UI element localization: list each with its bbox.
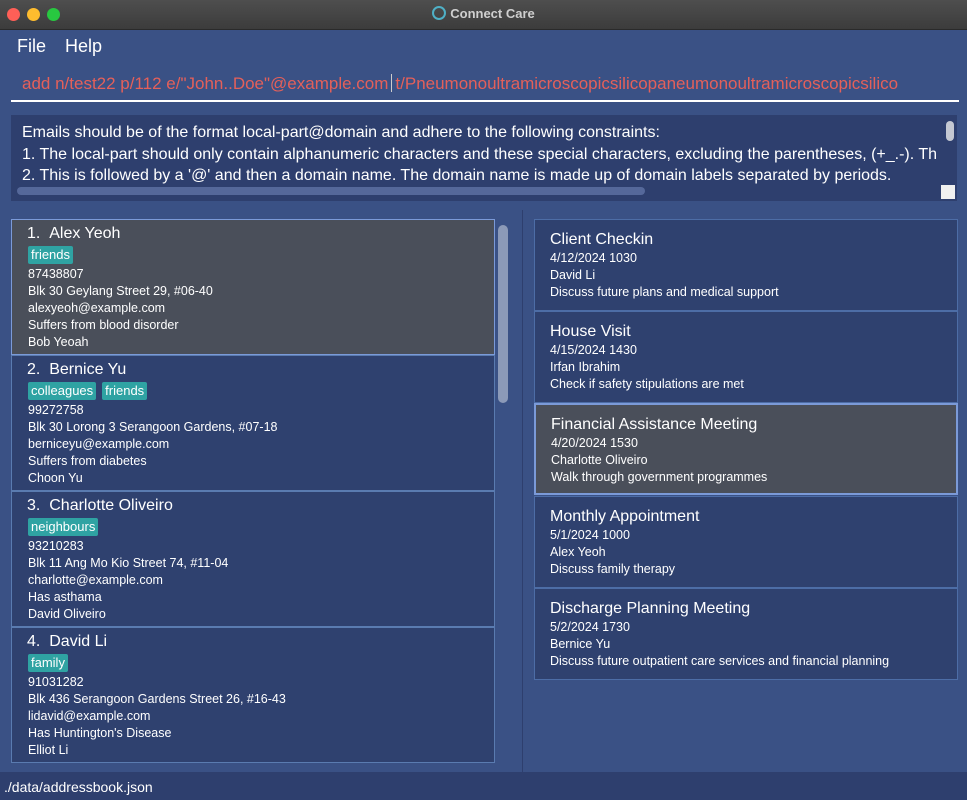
person-tags: friends — [28, 246, 494, 266]
person-card[interactable]: 4. David Li family 91031282 Blk 436 Sera… — [11, 627, 495, 763]
tag: family — [28, 654, 68, 672]
command-input[interactable]: add n/test22 p/112 e/"John..Doe"@example… — [11, 67, 959, 102]
status-bar: ./data/addressbook.json — [0, 772, 967, 800]
menu-bar: File Help — [0, 30, 967, 62]
appointment-person: Alex Yeoh — [550, 545, 606, 559]
person-phone: 87438807 — [28, 267, 84, 281]
person-condition: Has asthama — [28, 590, 102, 604]
person-card[interactable]: 1. Alex Yeoh friends 87438807 Blk 30 Gey… — [11, 219, 495, 355]
person-address: Blk 11 Ang Mo Kio Street 74, #11-04 — [28, 556, 229, 570]
appointment-title: House Visit — [550, 323, 631, 340]
person-contact: David Oliveiro — [28, 607, 106, 621]
appointment-card[interactable]: Monthly Appointment 5/1/2024 1000 Alex Y… — [534, 496, 958, 588]
title-bar: Connect Care — [0, 0, 967, 30]
person-name: Charlotte Oliveiro — [49, 497, 173, 514]
app-logo-icon — [432, 6, 447, 20]
menu-help[interactable]: Help — [65, 36, 102, 57]
person-card[interactable]: 2. Bernice Yu colleagues friends 99272758… — [11, 355, 495, 491]
result-line: Emails should be of the format local-par… — [22, 124, 660, 141]
appointment-datetime: 4/20/2024 1530 — [551, 436, 638, 450]
tag: friends — [102, 382, 148, 400]
result-line: 1. The local-part should only contain al… — [22, 145, 938, 163]
person-name-row: 1. Alex Yeoh — [27, 225, 494, 245]
appointment-card[interactable]: Client Checkin 4/12/2024 1030 David Li D… — [534, 219, 958, 311]
appointment-person: David Li — [550, 268, 596, 282]
person-index: 4. — [27, 633, 41, 650]
tag: neighbours — [28, 518, 99, 536]
appointment-person: Charlotte Oliveiro — [551, 453, 648, 467]
command-text: add n/test22 p/112 e/"John..Doe"@example… — [22, 74, 898, 94]
person-phone: 93210283 — [28, 539, 84, 553]
appointment-datetime: 5/2/2024 1730 — [550, 620, 630, 634]
menu-file[interactable]: File — [17, 36, 46, 57]
appointment-datetime: 4/12/2024 1030 — [550, 251, 637, 265]
appointment-title: Monthly Appointment — [550, 508, 700, 525]
window-title: Connect Care — [450, 6, 535, 21]
appointment-title: Discharge Planning Meeting — [550, 600, 751, 617]
person-card[interactable]: 3. Charlotte Oliveiro neighbours 9321028… — [11, 491, 495, 627]
person-list-scrollbar[interactable] — [498, 225, 508, 403]
person-condition: Has Huntington's Disease — [28, 726, 172, 740]
person-address: Blk 30 Geylang Street 29, #06-40 — [28, 284, 213, 298]
person-condition: Suffers from blood disorder — [28, 318, 179, 332]
person-tags: colleagues friends — [28, 382, 494, 402]
appointment-title: Client Checkin — [550, 231, 654, 248]
person-contact: Choon Yu — [28, 471, 83, 485]
appointment-card[interactable]: House Visit 4/15/2024 1430 Irfan Ibrahim… — [534, 311, 958, 403]
tag: colleagues — [28, 382, 97, 400]
result-horizontal-scrollbar[interactable] — [17, 187, 645, 195]
command-value-after-caret: t/Pneumonoultramicroscopicsilicopaneumon… — [395, 74, 899, 93]
appointment-description: Discuss family therapy — [550, 562, 676, 576]
person-address: Blk 436 Serangoon Gardens Street 26, #16… — [28, 692, 286, 706]
scroll-corner — [941, 185, 955, 199]
person-tags: family — [28, 654, 494, 674]
person-name-row: 4. David Li — [27, 633, 494, 653]
person-email: charlotte@example.com — [28, 573, 163, 587]
status-file-path: ./data/addressbook.json — [4, 779, 153, 795]
person-phone: 99272758 — [28, 403, 84, 417]
person-index: 2. — [27, 361, 41, 378]
person-index: 1. — [27, 225, 41, 242]
person-name-row: 3. Charlotte Oliveiro — [27, 497, 494, 517]
tag: friends — [28, 246, 74, 264]
appointment-card[interactable]: Discharge Planning Meeting 5/2/2024 1730… — [534, 588, 958, 680]
appointment-card[interactable]: Financial Assistance Meeting 4/20/2024 1… — [534, 403, 958, 495]
result-line: 2. This is followed by a '@' and then a … — [22, 167, 892, 184]
person-name: Bernice Yu — [49, 361, 127, 378]
appointment-description: Discuss future plans and medical support — [550, 285, 779, 299]
person-tags: neighbours — [28, 518, 494, 538]
person-email: alexyeoh@example.com — [28, 301, 166, 315]
result-vertical-scrollbar[interactable] — [946, 121, 954, 141]
person-phone: 91031282 — [28, 675, 84, 689]
person-email: lidavid@example.com — [28, 709, 151, 723]
person-name: David Li — [49, 633, 108, 650]
window-title-wrap: Connect Care — [0, 6, 967, 21]
appointment-datetime: 4/15/2024 1430 — [550, 343, 637, 357]
result-text: Emails should be of the format local-par… — [22, 122, 942, 187]
person-name: Alex Yeoh — [49, 225, 121, 242]
result-display: Emails should be of the format local-par… — [11, 115, 957, 201]
text-caret — [391, 74, 393, 92]
appointment-title: Financial Assistance Meeting — [551, 416, 758, 433]
appointment-datetime: 5/1/2024 1000 — [550, 528, 630, 542]
appointment-description: Walk through government programmes — [551, 470, 768, 484]
appointment-description: Discuss future outpatient care services … — [550, 654, 890, 668]
person-index: 3. — [27, 497, 41, 514]
person-address: Blk 30 Lorong 3 Serangoon Gardens, #07-1… — [28, 420, 278, 434]
appointment-description: Check if safety stipulations are met — [550, 377, 744, 391]
person-condition: Suffers from diabetes — [28, 454, 147, 468]
appointment-person: Irfan Ibrahim — [550, 360, 621, 374]
person-name-row: 2. Bernice Yu — [27, 361, 494, 381]
person-contact: Elliot Li — [28, 743, 69, 757]
command-value: add n/test22 p/112 e/"John..Doe"@example… — [22, 74, 389, 93]
person-email: berniceyu@example.com — [28, 437, 170, 451]
person-contact: Bob Yeoah — [28, 335, 89, 349]
appointment-person: Bernice Yu — [550, 637, 611, 651]
